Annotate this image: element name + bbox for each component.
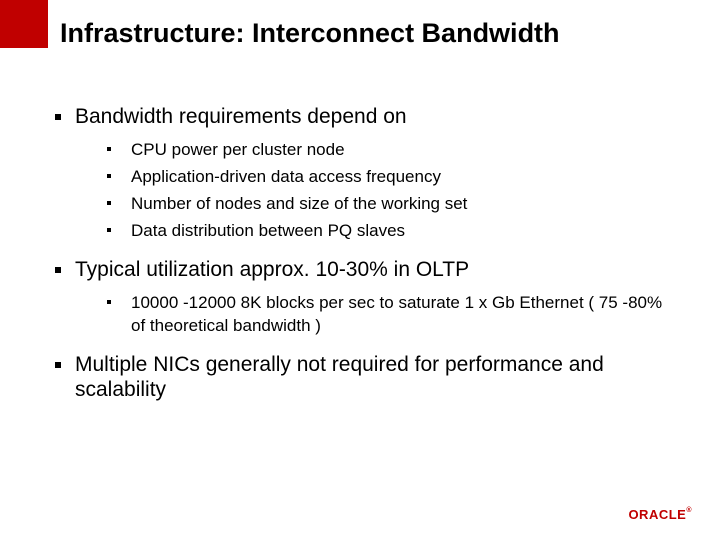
- bullet-dot: [55, 267, 61, 273]
- bullet-level1: Typical utilization approx. 10-30% in OL…: [55, 257, 680, 282]
- bullet-text: Application-driven data access frequency: [131, 166, 441, 189]
- bullet-dot: [107, 174, 111, 178]
- bullet-level2: Data distribution between PQ slaves: [107, 220, 680, 243]
- bullet-text: Number of nodes and size of the working …: [131, 193, 467, 216]
- bullet-dot: [107, 201, 111, 205]
- bullet-text: CPU power per cluster node: [131, 139, 345, 162]
- bullet-text: 10000 -12000 8K blocks per sec to satura…: [131, 292, 680, 338]
- bullet-dot: [55, 362, 61, 368]
- bullet-text: Typical utilization approx. 10-30% in OL…: [75, 257, 469, 282]
- bullet-dot: [55, 114, 61, 120]
- registered-mark: ®: [686, 507, 692, 514]
- bullet-level2: Application-driven data access frequency: [107, 166, 680, 189]
- bullet-dot: [107, 147, 111, 151]
- bullet-dot: [107, 300, 111, 304]
- bullet-text: Data distribution between PQ slaves: [131, 220, 405, 243]
- bullet-text: Multiple NICs generally not required for…: [75, 352, 680, 402]
- slide-title: Infrastructure: Interconnect Bandwidth: [60, 18, 560, 49]
- slide-content: Bandwidth requirements depend on CPU pow…: [55, 90, 680, 408]
- bullet-level2: 10000 -12000 8K blocks per sec to satura…: [107, 292, 680, 338]
- brand-accent-block: [0, 0, 48, 48]
- bullet-text: Bandwidth requirements depend on: [75, 104, 407, 129]
- bullet-level2: CPU power per cluster node: [107, 139, 680, 162]
- bullet-level1: Bandwidth requirements depend on: [55, 104, 680, 129]
- bullet-level2: Number of nodes and size of the working …: [107, 193, 680, 216]
- logo-text: ORACLE: [628, 507, 686, 522]
- bullet-level1: Multiple NICs generally not required for…: [55, 352, 680, 402]
- bullet-dot: [107, 228, 111, 232]
- oracle-logo: ORACLE®: [628, 507, 692, 522]
